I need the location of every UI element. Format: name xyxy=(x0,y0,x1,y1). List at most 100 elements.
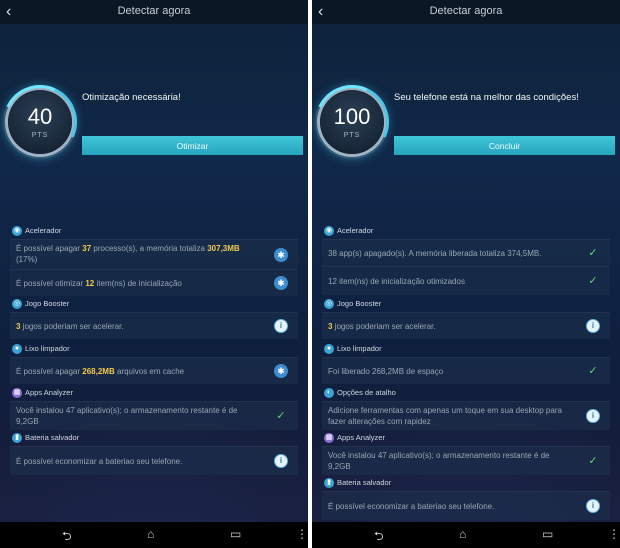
score-unit: PTS xyxy=(31,132,49,139)
status-headline: Otimização necessária! xyxy=(82,92,181,103)
row-text: 38 app(s) apagado(s). A memória liberada… xyxy=(328,249,542,258)
gamepad-icon: ◎ xyxy=(12,299,22,309)
check-icon: ✓ xyxy=(588,275,598,287)
section-label: Acelerador xyxy=(337,226,374,235)
optimize-button[interactable]: Otimizar xyxy=(82,136,303,155)
shortcut-icon: ◐ xyxy=(324,388,334,398)
menu-icon[interactable]: ⋮ xyxy=(296,527,308,541)
check-icon: ✓ xyxy=(588,455,598,467)
score-gauge: 40 PTS xyxy=(8,90,72,154)
score-value: 100 xyxy=(333,104,371,129)
page-title: Detectar agora xyxy=(429,5,503,17)
info-icon[interactable]: i xyxy=(586,499,600,513)
section-acelerador: ◉ Acelerador xyxy=(322,225,610,239)
broom-icon[interactable]: ✱ xyxy=(274,248,288,262)
left-screen: ‹ Detectar agora 40 PTS Otimização neces… xyxy=(0,0,308,548)
score-unit: PTS xyxy=(343,132,361,139)
right-screen: ‹ Detectar agora 100 PTS Seu telefone es… xyxy=(312,0,620,548)
info-icon[interactable]: i xyxy=(586,319,600,333)
score-value: 40 xyxy=(27,104,53,129)
section-label: Opções de atalho xyxy=(337,388,396,397)
section-lixo-limpador: ● Lixo limpador xyxy=(10,343,298,357)
row-text: 3 jogos poderiam ser acelerar. xyxy=(16,322,124,331)
row-text: Você instalou 47 aplicativo(s); o armaze… xyxy=(16,406,238,426)
highlight-value: 307,3MB xyxy=(207,244,240,253)
section-opcoes-de-atalho: ◐ Opções de atalho xyxy=(322,387,610,401)
row-text: Você instalou 47 aplicativo(s); o armaze… xyxy=(328,451,550,471)
speedometer-icon: ◉ xyxy=(12,226,22,236)
check-icon: ✓ xyxy=(588,247,598,259)
list-item[interactable]: 3 jogos poderiam ser acelerar. i xyxy=(10,312,298,339)
row-text: É possível economizar a bateriao seu tel… xyxy=(328,502,495,511)
battery-icon: ▮ xyxy=(324,478,334,488)
broom-icon[interactable]: ✱ xyxy=(274,276,288,290)
row-text: Foi liberado 268,2MB de espaço xyxy=(328,367,444,376)
nav-recent-apps-icon[interactable]: ▭ xyxy=(542,527,553,541)
section-jogo-booster: ◎ Jogo Booster xyxy=(322,298,610,312)
droplet-icon: ● xyxy=(12,344,22,354)
apps-icon: ▦ xyxy=(324,433,334,443)
section-acelerador: ◉ Acelerador xyxy=(10,225,298,239)
list-item[interactable]: É possível economizar a bateriao seu tel… xyxy=(10,446,298,475)
info-icon[interactable]: i xyxy=(586,409,600,423)
row-text: É possível apagar 268,2MB arquivos em ca… xyxy=(16,367,185,376)
list-item[interactable]: Adicione ferramentas com apenas um toque… xyxy=(322,401,610,430)
list-item[interactable]: É possível apagar 268,2MB arquivos em ca… xyxy=(10,357,298,384)
section-label: Apps Analyzer xyxy=(25,388,73,397)
row-text: Adicione ferramentas com apenas um toque… xyxy=(328,406,562,426)
list-item[interactable]: Você instalou 47 aplicativo(s); o armaze… xyxy=(10,401,298,430)
list-item[interactable]: Foi liberado 268,2MB de espaço ✓ xyxy=(322,357,610,384)
section-label: Jogo Booster xyxy=(25,299,70,308)
section-bateria-salvador: ▮ Bateria salvador xyxy=(322,477,610,491)
section-apps-analyzer: ▦ Apps Analyzer xyxy=(322,432,610,446)
section-label: Acelerador xyxy=(25,226,62,235)
system-nav-bar: ⮌ ⌂ ▭ ⋮ xyxy=(0,522,308,548)
list-item[interactable]: 12 item(ns) de inicialização otimizados … xyxy=(322,266,610,295)
apps-icon: ▦ xyxy=(12,388,22,398)
gamepad-icon: ◎ xyxy=(324,299,334,309)
section-label: Bateria salvador xyxy=(337,478,392,487)
menu-icon[interactable]: ⋮ xyxy=(608,527,620,541)
highlight-value: 37 xyxy=(82,244,92,253)
droplet-icon: ● xyxy=(324,344,334,354)
score-gauge: 100 PTS xyxy=(320,90,384,154)
row-text: É possível apagar 37 processo(s), a memó… xyxy=(16,244,240,264)
nav-back-icon[interactable]: ⮌ xyxy=(62,527,72,548)
section-label: Jogo Booster xyxy=(337,299,382,308)
highlight-value: 12 xyxy=(85,279,95,288)
nav-recent-apps-icon[interactable]: ▭ xyxy=(230,527,241,541)
page-title: Detectar agora xyxy=(117,5,191,17)
status-headline: Seu telefone está na melhor das condiçõe… xyxy=(394,92,579,103)
nav-home-icon[interactable]: ⌂ xyxy=(459,527,466,541)
section-lixo-limpador: ● Lixo limpador xyxy=(322,343,610,357)
row-text: É possível otimizar 12 item(ns) de inici… xyxy=(16,279,182,288)
section-label: Lixo limpador xyxy=(25,344,70,353)
info-icon[interactable]: i xyxy=(274,319,288,333)
info-icon[interactable]: i xyxy=(274,454,288,468)
section-apps-analyzer: ▦ Apps Analyzer xyxy=(10,387,298,401)
row-text: É possível economizar a bateriao seu tel… xyxy=(16,457,183,466)
nav-back-icon[interactable]: ⮌ xyxy=(374,527,384,548)
title-bar: ‹ Detectar agora xyxy=(0,0,308,24)
list-item[interactable]: É possível otimizar 12 item(ns) de inici… xyxy=(10,269,298,296)
list-item[interactable]: Você instalou 47 aplicativo(s); o armaze… xyxy=(322,446,610,475)
battery-icon: ▮ xyxy=(12,433,22,443)
broom-icon[interactable]: ✱ xyxy=(274,364,288,378)
list-item[interactable]: 3 jogos poderiam ser acelerar. i xyxy=(322,312,610,339)
section-label: Lixo limpador xyxy=(337,344,382,353)
list-item[interactable]: 38 app(s) apagado(s). A memória liberada… xyxy=(322,239,610,266)
row-text: 12 item(ns) de inicialização otimizados xyxy=(328,277,465,286)
check-icon: ✓ xyxy=(588,365,598,377)
list-item[interactable]: É possível economizar a bateriao seu tel… xyxy=(322,491,610,520)
nav-home-icon[interactable]: ⌂ xyxy=(147,527,154,541)
section-label: Apps Analyzer xyxy=(337,433,385,442)
title-bar: ‹ Detectar agora xyxy=(312,0,620,24)
highlight-value: 268,2MB xyxy=(82,367,115,376)
finish-button[interactable]: Concluir xyxy=(394,136,615,155)
section-jogo-booster: ◎ Jogo Booster xyxy=(10,298,298,312)
row-text: 3 jogos poderiam ser acelerar. xyxy=(328,322,436,331)
section-bateria-salvador: ▮ Bateria salvador xyxy=(10,432,298,446)
system-nav-bar: ⮌ ⌂ ▭ ⋮ xyxy=(312,522,620,548)
section-label: Bateria salvador xyxy=(25,433,80,442)
list-item[interactable]: É possível apagar 37 processo(s), a memó… xyxy=(10,239,298,269)
